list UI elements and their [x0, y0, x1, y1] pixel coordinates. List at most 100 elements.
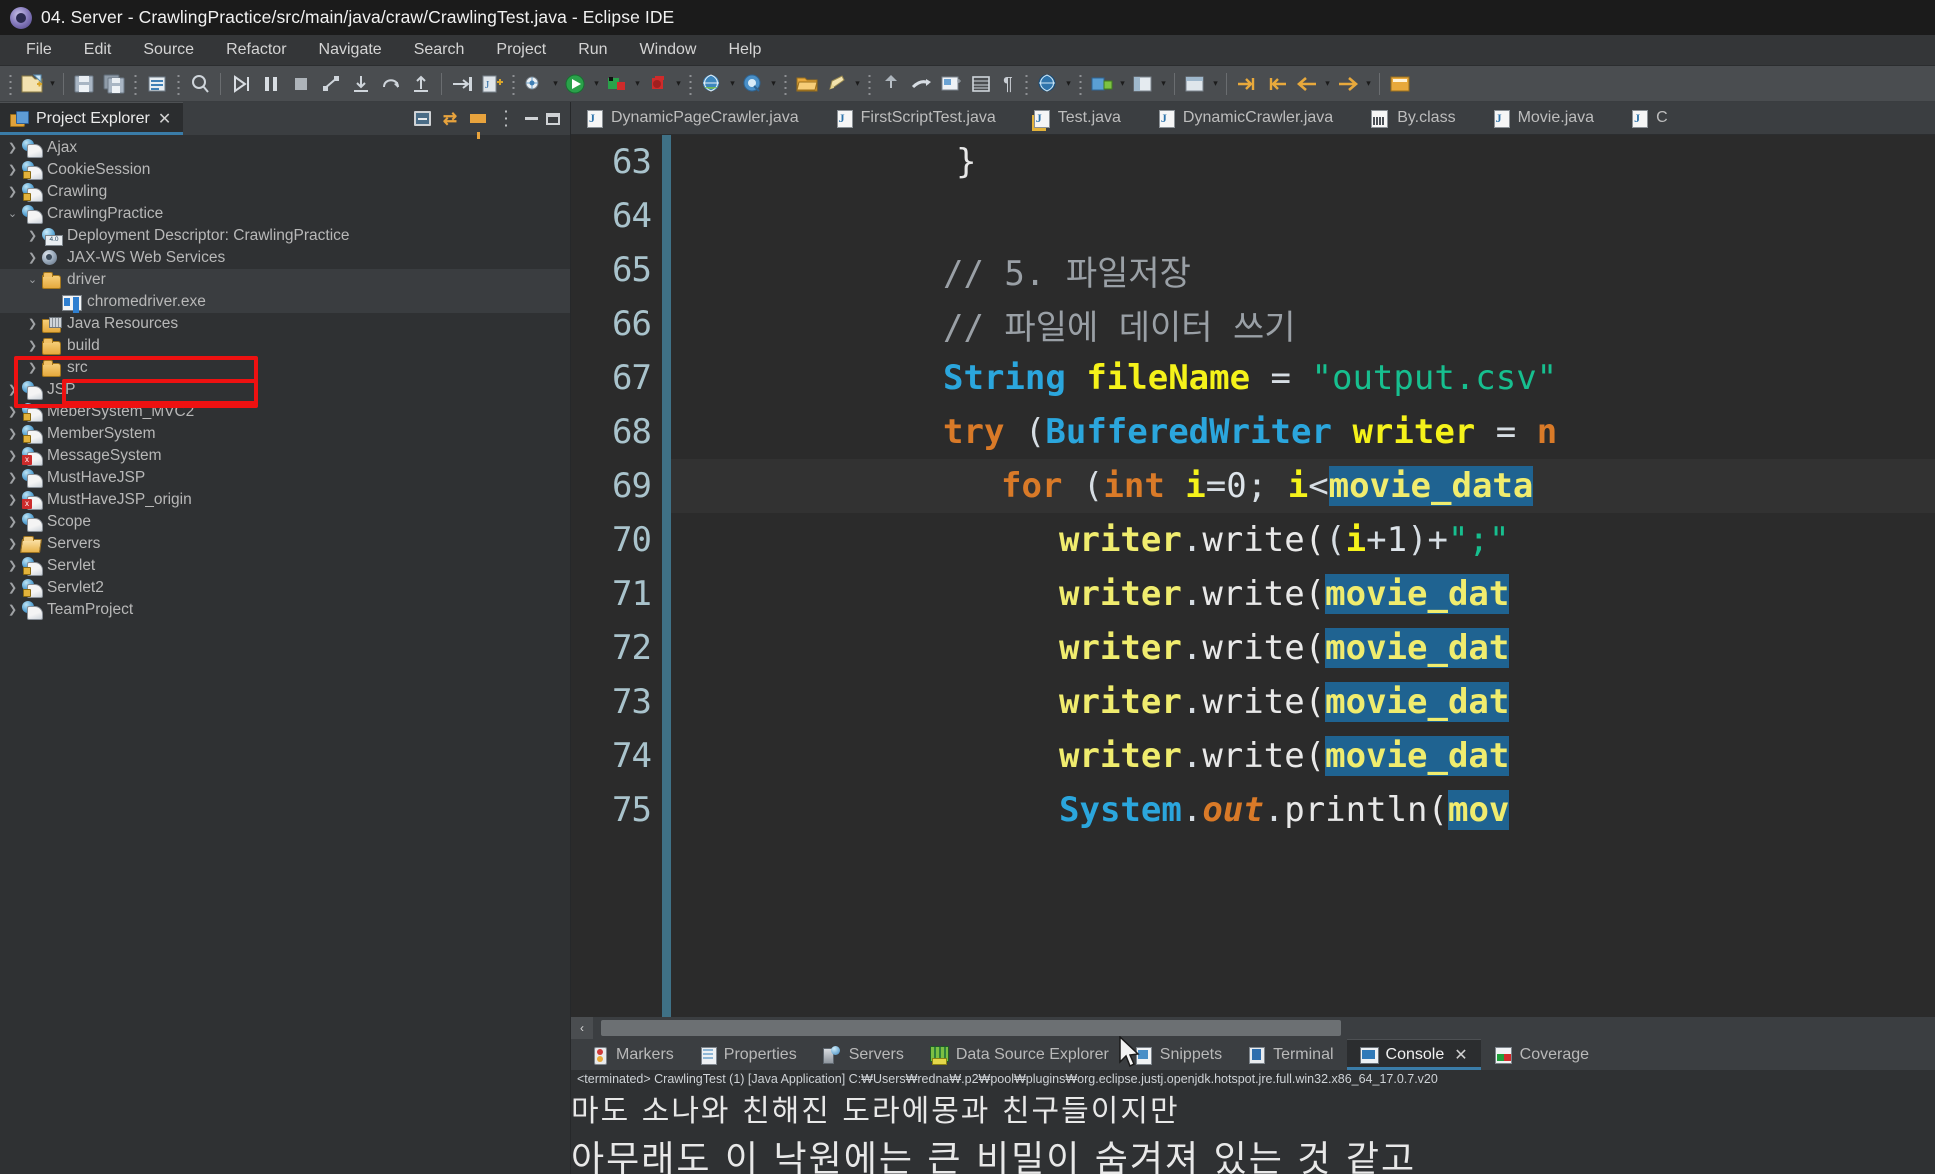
tree-item-mebersystem-mvc2[interactable]: ❯ MeberSystem_MVC2: [0, 401, 570, 423]
tree-item-driver[interactable]: ⌄ driver: [0, 269, 570, 291]
back-dropdown-icon[interactable]: ▾: [1322, 71, 1333, 97]
view-menu-filter-icon[interactable]: [464, 105, 492, 139]
pause-icon[interactable]: [258, 71, 284, 97]
git-push-icon[interactable]: [878, 71, 904, 97]
menu-run[interactable]: Run: [562, 38, 623, 62]
chevron-right-icon[interactable]: ❯: [4, 142, 21, 154]
bottom-tab-terminal[interactable]: Terminal: [1235, 1039, 1346, 1070]
web-browser-icon[interactable]: [1035, 71, 1061, 97]
new-wizard-dropdown-icon[interactable]: ▾: [47, 71, 58, 97]
tree-item-servlet2[interactable]: ❯ Servlet2: [0, 577, 570, 599]
perspective-dropdown-icon[interactable]: ▾: [1158, 71, 1169, 97]
layout-icon[interactable]: [1182, 71, 1208, 97]
menu-refactor[interactable]: Refactor: [210, 38, 302, 62]
chevron-right-icon[interactable]: ❯: [24, 340, 41, 352]
edit-icon[interactable]: [824, 71, 850, 97]
bottom-tab-servers[interactable]: Servers: [810, 1039, 917, 1070]
tree-item-servlet[interactable]: ❯ Servlet: [0, 555, 570, 577]
image-icon[interactable]: [938, 71, 964, 97]
chevron-right-icon[interactable]: ❯: [24, 318, 41, 330]
editor-tab-by-class[interactable]: By.class: [1355, 102, 1477, 134]
git-pull-icon[interactable]: [908, 71, 934, 97]
menu-help[interactable]: Help: [712, 38, 777, 62]
editor-tab-c[interactable]: C: [1616, 102, 1690, 134]
tree-item-ajax[interactable]: ❯ Ajax: [0, 137, 570, 159]
new-wizard-icon[interactable]: [19, 71, 45, 97]
bottom-tab-console[interactable]: Console ✕: [1346, 1039, 1481, 1071]
tree-item-servers[interactable]: ❯ Servers: [0, 533, 570, 555]
open-type-icon[interactable]: [449, 71, 475, 97]
menu-source[interactable]: Source: [127, 38, 210, 62]
tree-item-jax-ws-web-services[interactable]: ❯ JAX-WS Web Services: [0, 247, 570, 269]
chevron-right-icon[interactable]: ❯: [4, 494, 21, 506]
chevron-right-icon[interactable]: ❯: [4, 164, 21, 176]
new-server-dropdown-icon[interactable]: ▾: [727, 71, 738, 97]
toolbar-drag-handle[interactable]: [688, 72, 693, 95]
menu-navigate[interactable]: Navigate: [303, 38, 398, 62]
tree-item-deployment-descriptor-crawlingpractice[interactable]: ❯ Deployment Descriptor: CrawlingPractice: [0, 225, 570, 247]
external-tools-dropdown-icon[interactable]: ▾: [550, 71, 561, 97]
menu-file[interactable]: File: [10, 38, 68, 62]
toolbar-drag-handle[interactable]: [511, 72, 516, 95]
minimize-icon[interactable]: [520, 109, 542, 129]
forward-icon[interactable]: [1335, 71, 1361, 97]
table-icon[interactable]: [968, 71, 994, 97]
editor-tab-firstscripttest-java[interactable]: FirstScriptTest.java: [821, 102, 1018, 134]
close-icon[interactable]: ✕: [158, 109, 171, 129]
tree-item-scope[interactable]: ❯ Scope: [0, 511, 570, 533]
debug-icon[interactable]: [604, 71, 630, 97]
chevron-down-icon[interactable]: ⌄: [24, 274, 41, 286]
bottom-tab-coverage[interactable]: Coverage: [1481, 1039, 1602, 1070]
debug-dropdown-icon[interactable]: ▾: [632, 71, 643, 97]
chevron-right-icon[interactable]: ❯: [4, 538, 21, 550]
forward-dropdown-icon[interactable]: ▾: [1363, 71, 1374, 97]
tree-item-membersystem[interactable]: ❯ MemberSystem: [0, 423, 570, 445]
run-dropdown-icon[interactable]: ▾: [591, 71, 602, 97]
editor-tab-dynamicpagecrawler-java[interactable]: DynamicPageCrawler.java: [571, 102, 821, 134]
disconnect-icon[interactable]: [318, 71, 344, 97]
previous-annotation-icon[interactable]: [1264, 71, 1290, 97]
chevron-right-icon[interactable]: ❯: [4, 406, 21, 418]
terminate-icon[interactable]: [288, 71, 314, 97]
bottom-tab-data-source-explorer[interactable]: Data Source Explorer: [917, 1039, 1122, 1070]
link-with-editor-icon[interactable]: ⇄: [436, 105, 464, 133]
tree-item-java-resources[interactable]: ❯ Java Resources: [0, 313, 570, 335]
tree-item-chromedriver-exe[interactable]: chromedriver.exe: [0, 291, 570, 313]
editor-horizontal-scrollbar[interactable]: ‹: [571, 1017, 1935, 1039]
collapse-all-icon[interactable]: [408, 105, 436, 133]
editor-tab-test-java[interactable]: Test.java: [1018, 102, 1143, 134]
next-annotation-icon[interactable]: [1234, 71, 1260, 97]
run-icon[interactable]: [563, 71, 589, 97]
tree-item-cookiesession[interactable]: ❯ CookieSession: [0, 159, 570, 181]
save-all-icon[interactable]: [101, 71, 127, 97]
chevron-right-icon[interactable]: ❯: [4, 472, 21, 484]
scrollbar-thumb[interactable]: [601, 1020, 1341, 1036]
edit-dropdown-icon[interactable]: ▾: [852, 71, 863, 97]
tab-project-explorer[interactable]: Project Explorer ✕: [0, 102, 184, 135]
maximize-icon[interactable]: [542, 109, 564, 129]
chevron-right-icon[interactable]: ❯: [4, 604, 21, 616]
step-into-icon[interactable]: [348, 71, 374, 97]
search-icon[interactable]: [740, 71, 766, 97]
print-icon[interactable]: [144, 71, 170, 97]
quick-access-search-icon[interactable]: [187, 71, 213, 97]
chevron-right-icon[interactable]: ❯: [24, 230, 41, 242]
editor-tab-dynamiccrawler-java[interactable]: DynamicCrawler.java: [1143, 102, 1355, 134]
tree-item-crawlingpractice[interactable]: ⌄ CrawlingPractice: [0, 203, 570, 225]
coverage-dropdown-icon[interactable]: ▾: [673, 71, 684, 97]
tree-item-musthavejsp[interactable]: ❯ MustHaveJSP: [0, 467, 570, 489]
pilcrow-icon[interactable]: ¶: [998, 71, 1018, 97]
tree-item-build[interactable]: ❯ build: [0, 335, 570, 357]
toolbar-drag-handle[interactable]: [8, 72, 13, 95]
tree-item-crawling[interactable]: ❯ Crawling: [0, 181, 570, 203]
tree-item-src[interactable]: ❯ src: [0, 357, 570, 379]
menu-project[interactable]: Project: [480, 38, 562, 62]
save-icon[interactable]: [71, 71, 97, 97]
toolbar-drag-handle[interactable]: [176, 72, 181, 95]
close-icon[interactable]: ✕: [1454, 1045, 1467, 1065]
layout-dropdown-icon[interactable]: ▾: [1210, 71, 1221, 97]
menu-edit[interactable]: Edit: [68, 38, 128, 62]
chevron-right-icon[interactable]: ❯: [4, 560, 21, 572]
toolbar-drag-handle[interactable]: [1078, 72, 1083, 95]
new-java-class-icon[interactable]: J: [479, 71, 505, 97]
